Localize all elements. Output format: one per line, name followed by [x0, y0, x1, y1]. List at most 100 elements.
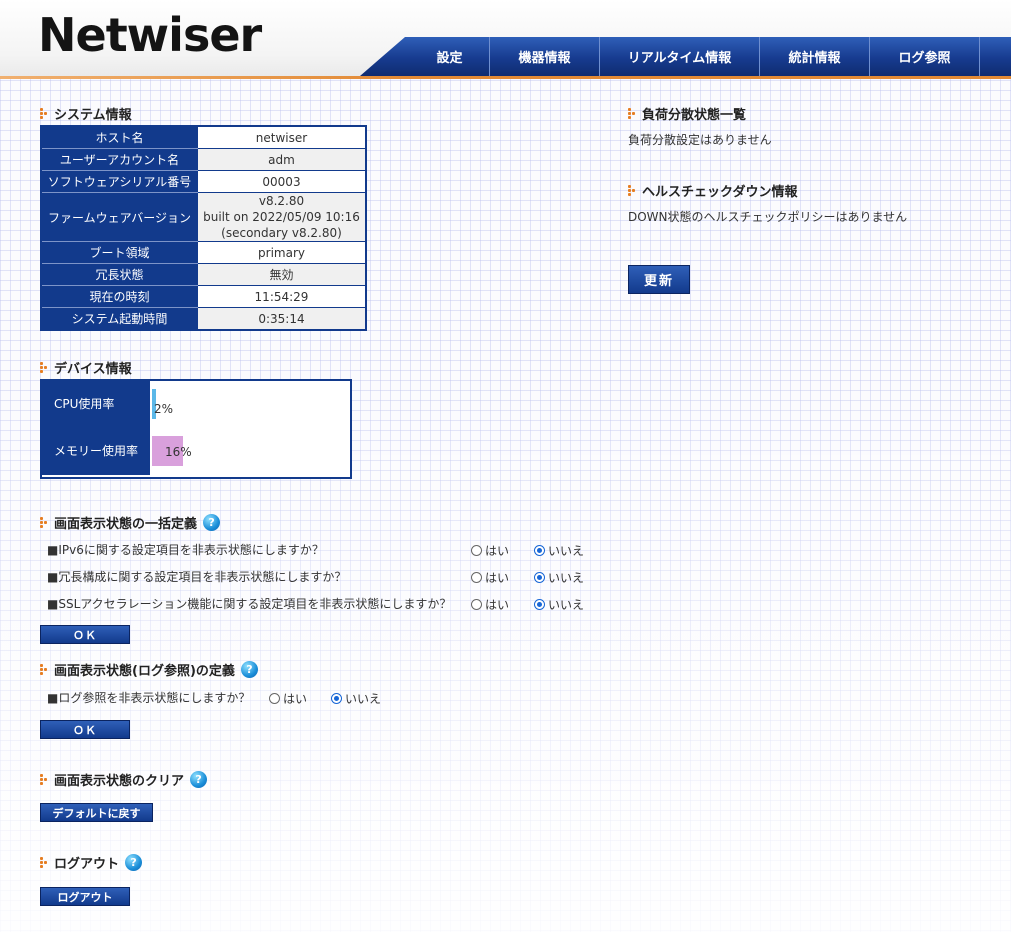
load-balance-text: 負荷分散設定はありません	[628, 133, 772, 147]
display-log-title: 画面表示状態(ログ参照)の定義	[54, 664, 235, 679]
radio-label: はい	[485, 571, 510, 585]
help-icon[interactable]: ?	[240, 661, 258, 678]
nav-realtime-info[interactable]: リアルタイム情報	[600, 37, 760, 76]
help-icon[interactable]: ?	[125, 854, 143, 871]
bullet-icon	[40, 361, 50, 374]
row-label: ユーザーアカウント名	[40, 148, 198, 171]
bullet-icon	[40, 107, 50, 120]
display-log-heading: 画面表示状態(ログ参照)の定義 ?	[40, 660, 258, 679]
firmware-build: built on 2022/05/09 10:16	[203, 210, 360, 224]
system-info-heading: システム情報	[40, 104, 132, 123]
radio-circle	[331, 693, 342, 704]
row-value: netwiser	[197, 125, 367, 149]
load-balance-title: 負荷分散状態一覧	[642, 108, 747, 123]
bullet-icon	[628, 184, 638, 197]
logout-title: ログアウト	[54, 857, 120, 872]
row-label: ソフトウェアシリアル番号	[40, 170, 198, 193]
radio-label: いいえ	[548, 571, 585, 585]
ipv6-no-radio[interactable]: いいえ	[534, 542, 584, 559]
table-row: ブート領域 primary	[40, 241, 367, 264]
question-ipv6: ■IPv6に関する設定項目を非表示状態にしますか？	[47, 543, 324, 557]
question-ssl: ■SSLアクセラレーション機能に関する設定項目を非表示状態にしますか？	[47, 597, 452, 611]
row-value: adm	[197, 148, 367, 171]
load-balance-heading: 負荷分散状態一覧	[628, 104, 746, 123]
device-info-title: デバイス情報	[54, 362, 132, 377]
bullet-icon	[40, 516, 50, 529]
main-nav: 設定 機器情報 リアルタイム情報 統計情報 ログ参照	[360, 37, 1011, 76]
firmware-secondary: (secondary v8.2.80)	[221, 226, 342, 240]
radio-circle	[269, 693, 280, 704]
row-value: primary	[197, 241, 367, 264]
nav-settings[interactable]: 設定	[410, 37, 490, 76]
ssl-yes-radio[interactable]: はい	[471, 596, 509, 613]
device-info-heading: デバイス情報	[40, 358, 132, 377]
cpu-label: CPU使用率	[42, 381, 150, 425]
display-bulk-title: 画面表示状態の一括定義	[54, 517, 198, 532]
radio-circle	[471, 572, 482, 583]
redundancy-yes-radio[interactable]: はい	[471, 569, 509, 586]
bulk-ok-button[interactable]: ＯＫ	[40, 625, 130, 644]
log-no-radio[interactable]: いいえ	[331, 690, 381, 707]
radio-label: いいえ	[548, 598, 585, 612]
help-icon[interactable]: ?	[203, 514, 221, 531]
ssl-no-radio[interactable]: いいえ	[534, 596, 584, 613]
system-info-table: ホスト名 netwiser ユーザーアカウント名 adm ソフトウェアシリアル番号 0…	[40, 125, 367, 331]
radio-circle	[534, 545, 545, 556]
display-clear-heading: 画面表示状態のクリア ?	[40, 770, 208, 789]
row-label: ブート領域	[40, 241, 198, 264]
radio-label: はい	[485, 544, 510, 558]
log-yes-radio[interactable]: はい	[269, 690, 307, 707]
reset-default-button[interactable]: デフォルトに戻す	[40, 803, 153, 822]
row-label: 現在の時刻	[40, 285, 198, 308]
row-label: ファームウェアバージョン	[40, 192, 198, 242]
row-value: 無効	[197, 263, 367, 286]
nav-statistics[interactable]: 統計情報	[760, 37, 870, 76]
row-value: 00003	[197, 170, 367, 193]
question-log: ■ログ参照を非表示状態にしますか？	[47, 691, 251, 705]
radio-label: はい	[283, 692, 308, 706]
log-ok-button[interactable]: ＯＫ	[40, 720, 130, 739]
radio-circle	[534, 599, 545, 610]
refresh-button[interactable]: 更新	[628, 265, 690, 294]
bullet-icon	[40, 856, 50, 869]
bullet-icon	[628, 107, 638, 120]
logout-heading: ログアウト ?	[40, 853, 143, 872]
radio-label: はい	[485, 598, 510, 612]
radio-circle	[534, 572, 545, 583]
radio-circle	[471, 599, 482, 610]
logout-button[interactable]: ログアウト	[40, 887, 130, 906]
health-check-text: DOWN状態のヘルスチェックポリシーはありません	[628, 210, 908, 224]
radio-label: いいえ	[548, 544, 585, 558]
row-label: 冗長状態	[40, 263, 198, 286]
row-value: 11:54:29	[197, 285, 367, 308]
row-value: v8.2.80 built on 2022/05/09 10:16 (seconda…	[197, 192, 367, 242]
system-info-title: システム情報	[54, 108, 132, 123]
radio-label: いいえ	[345, 692, 382, 706]
row-label: ホスト名	[40, 125, 198, 149]
table-row: ソフトウェアシリアル番号 00003	[40, 170, 367, 193]
display-bulk-heading: 画面表示状態の一括定義 ?	[40, 513, 221, 532]
logo: Netwiser	[38, 8, 262, 62]
table-row: システム起動時間 0:35:14	[40, 307, 367, 331]
redundancy-no-radio[interactable]: いいえ	[534, 569, 584, 586]
help-icon[interactable]: ?	[190, 771, 208, 788]
health-check-title: ヘルスチェックダウン情報	[642, 185, 798, 200]
firmware-version: v8.2.80	[258, 194, 305, 208]
radio-circle	[471, 545, 482, 556]
question-redundancy: ■冗長構成に関する設定項目を非表示状態にしますか？	[47, 570, 347, 584]
table-row: 現在の時刻 11:54:29	[40, 285, 367, 308]
header: Netwiser 設定 機器情報 リアルタイム情報 統計情報 ログ参照	[0, 0, 1011, 79]
table-row: ファームウェアバージョン v8.2.80 built on 2022/05/09 …	[40, 192, 367, 242]
memory-label: メモリー使用率	[42, 425, 150, 475]
row-value: 0:35:14	[197, 307, 367, 331]
display-clear-title: 画面表示状態のクリア	[54, 774, 185, 789]
nav-log-view[interactable]: ログ参照	[870, 37, 980, 76]
cpu-usage-value: 2%	[154, 402, 174, 416]
row-label: システム起動時間	[40, 307, 198, 331]
table-row: ホスト名 netwiser	[40, 125, 367, 149]
bullet-icon	[40, 663, 50, 676]
nav-device-info[interactable]: 機器情報	[490, 37, 600, 76]
device-info-box: CPU使用率 2% メモリー使用率 16%	[40, 379, 352, 479]
table-row: 冗長状態 無効	[40, 263, 367, 286]
ipv6-yes-radio[interactable]: はい	[471, 542, 509, 559]
